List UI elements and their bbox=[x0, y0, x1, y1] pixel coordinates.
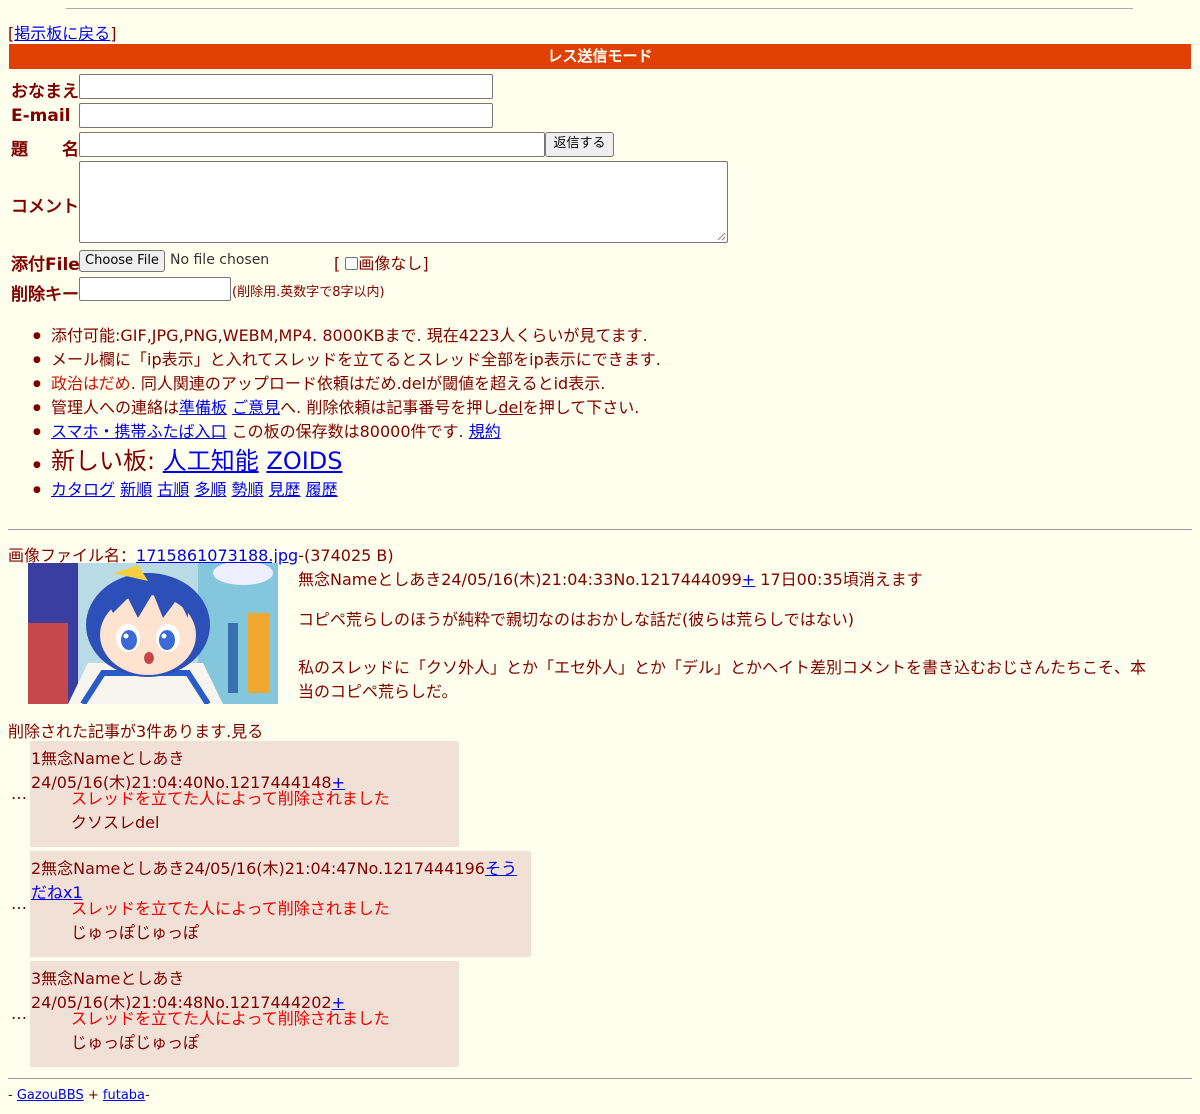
catalog-link[interactable]: カタログ bbox=[51, 480, 115, 499]
email-label: E-mail bbox=[11, 106, 71, 126]
anime-girl-thumbnail-icon bbox=[28, 563, 278, 704]
back-nav: [掲示板に戻る] bbox=[8, 20, 117, 44]
rule-item: スマホ・携帯ふたば入口 この板の保存数は80000件です. 規約 bbox=[33, 420, 661, 444]
sort-newest-link[interactable]: 新順 bbox=[120, 480, 152, 499]
name-input[interactable] bbox=[79, 74, 493, 99]
comment-label: コメント bbox=[11, 197, 79, 217]
choose-file-button[interactable]: Choose File bbox=[79, 250, 165, 272]
reply-body: クソスレdel bbox=[71, 813, 160, 832]
delete-key-label: 削除キー bbox=[11, 285, 79, 305]
op-plus-link[interactable]: + bbox=[742, 570, 755, 589]
futaba-link[interactable]: futaba bbox=[103, 1088, 145, 1103]
feedback-link[interactable]: ご意見 bbox=[232, 398, 280, 417]
footer-divider bbox=[8, 1078, 1192, 1079]
rule-item: 政治はだめ. 同人関連のアップロード依頼はだめ.delが閾値を超えるとid表示. bbox=[33, 372, 661, 396]
new-boards-label: 新しい板: bbox=[51, 447, 156, 475]
thread-thumbnail-image[interactable] bbox=[28, 563, 278, 704]
del-link[interactable]: del bbox=[498, 398, 522, 417]
name-label: おなまえ bbox=[11, 82, 79, 102]
op-comment-line: 当のコピペ荒らしだ。 bbox=[298, 682, 458, 701]
reply-body: じゅっぽじゅっぽ bbox=[71, 1033, 200, 1052]
bracket: ] bbox=[110, 24, 117, 43]
prep-board-link[interactable]: 準備板 bbox=[179, 398, 227, 417]
footer-text: - bbox=[145, 1088, 150, 1103]
rule-item: カタログ 新順 古順 多順 勢順 見歴 履歴 bbox=[33, 478, 661, 502]
comment-textarea[interactable] bbox=[79, 161, 728, 243]
no-image-checkbox[interactable] bbox=[345, 257, 359, 270]
rule-item: 添付可能:GIF,JPG,PNG,WEBM,MP4. 8000KBまで. 現在4… bbox=[33, 324, 661, 348]
rule-item: メール欄に「ip表示」と入れてスレッドを立てるとスレッド全部をip表示にできます… bbox=[33, 348, 661, 372]
sort-oldest-link[interactable]: 古順 bbox=[157, 480, 189, 499]
ai-board-link[interactable]: 人工知能 bbox=[163, 447, 259, 475]
gazoubbs-link[interactable]: GazouBBS bbox=[17, 1088, 84, 1103]
terms-link[interactable]: 規約 bbox=[469, 422, 501, 441]
board-rules-list: 添付可能:GIF,JPG,PNG,WEBM,MP4. 8000KBまで. 現在4… bbox=[33, 324, 661, 502]
deleted-message: スレッドを立てた人によって削除されました bbox=[71, 789, 390, 808]
history-link[interactable]: 履歴 bbox=[306, 480, 338, 499]
reply-dots: … bbox=[11, 784, 27, 803]
reply-meta: 2無念Nameとしあき24/05/16(木)21:04:47No.1217444… bbox=[31, 859, 485, 878]
delete-key-input[interactable] bbox=[79, 277, 231, 301]
rule-text: 管理人への連絡は bbox=[51, 398, 180, 417]
deleted-message: スレッドを立てた人によって削除されました bbox=[71, 899, 390, 918]
rule-item: 管理人への連絡は準備板 ご意見へ. 削除依頼は記事番号を押しdelを押して下さい… bbox=[33, 396, 661, 420]
section-divider bbox=[8, 529, 1192, 530]
file-status: No file chosen bbox=[170, 252, 270, 268]
resize-handle-icon[interactable] bbox=[716, 231, 726, 241]
reply-post: 3無念Nameとしあき24/05/16(木)21:04:48No.1217444… bbox=[30, 961, 459, 1067]
op-header: 無念Nameとしあき24/05/16(木)21:04:33No.12174440… bbox=[298, 566, 923, 590]
bracket: [ bbox=[334, 254, 341, 273]
email-input[interactable] bbox=[79, 103, 493, 128]
footer-text: - bbox=[8, 1088, 17, 1103]
footer-text: + bbox=[83, 1088, 103, 1103]
rule-text: を押して下さい. bbox=[522, 398, 640, 417]
submit-reply-button[interactable]: 返信する bbox=[545, 132, 614, 157]
reply-post: 2無念Nameとしあき24/05/16(木)21:04:47No.1217444… bbox=[30, 851, 531, 957]
delete-key-hint: (削除用.英数字で8字以内) bbox=[232, 285, 385, 300]
op-meta: 無念Nameとしあき24/05/16(木)21:04:33No.12174440… bbox=[298, 570, 742, 589]
reply-body: じゅっぽじゅっぽ bbox=[71, 923, 200, 942]
op-expire-text: 17日00:35頃消えます bbox=[760, 570, 923, 589]
op-comment-line: コピペ荒らしのほうが純粋で親切なのはおかしな話だ(彼らは荒らしではない) bbox=[298, 610, 855, 629]
rule-text: へ. 削除依頼は記事番号を押し bbox=[280, 398, 499, 417]
footer: - GazouBBS + futaba- bbox=[8, 1088, 150, 1103]
back-to-board-link[interactable]: 掲示板に戻る bbox=[14, 24, 110, 43]
rule-text: メール欄に「ip表示」と入れてスレッドを立てるとスレッド全部をip表示にできます… bbox=[51, 350, 661, 369]
rule-item: 新しい板: 人工知能 ZOIDS bbox=[33, 444, 661, 482]
deleted-posts-notice[interactable]: 削除された記事が3件あります.見る bbox=[8, 718, 263, 742]
no-image-option: [ 画像なし] bbox=[334, 250, 429, 274]
deleted-message: スレッドを立てた人によって削除されました bbox=[71, 1009, 390, 1028]
rule-text: 添付可能:GIF,JPG,PNG,WEBM,MP4. 8000KBまで. 現在4… bbox=[51, 326, 648, 345]
op-comment-line: 私のスレッドに「クソ外人」とか「エセ外人」とか「デル」とかヘイト差別コメントを書… bbox=[298, 658, 1147, 677]
file-label: 添付File bbox=[11, 255, 80, 275]
reply-dots: … bbox=[11, 894, 27, 913]
no-image-label: 画像なし bbox=[358, 254, 423, 273]
rule-text: この板の保存数は80000件です. bbox=[231, 422, 464, 441]
rule-warning-text: 政治はだめ bbox=[51, 374, 131, 393]
bracket: ] bbox=[422, 254, 429, 273]
reply-mode-banner: レス送信モード bbox=[9, 44, 1191, 69]
top-divider bbox=[66, 8, 1133, 9]
subject-label: 題 名 bbox=[11, 140, 79, 160]
file-size: -(374025 B) bbox=[298, 546, 394, 565]
view-history-link[interactable]: 見歴 bbox=[269, 480, 301, 499]
mobile-entry-link[interactable]: スマホ・携帯ふたば入口 bbox=[51, 422, 227, 441]
subject-input[interactable] bbox=[79, 132, 545, 157]
rule-text: . 同人関連のアップロード依頼はだめ.delが閾値を超えるとid表示. bbox=[130, 374, 606, 393]
zoids-board-link[interactable]: ZOIDS bbox=[266, 447, 342, 475]
reply-post: 1無念Nameとしあき24/05/16(木)21:04:40No.1217444… bbox=[30, 741, 459, 847]
sort-momentum-link[interactable]: 勢順 bbox=[231, 480, 263, 499]
reply-dots: … bbox=[11, 1004, 27, 1023]
sort-most-link[interactable]: 多順 bbox=[194, 480, 226, 499]
